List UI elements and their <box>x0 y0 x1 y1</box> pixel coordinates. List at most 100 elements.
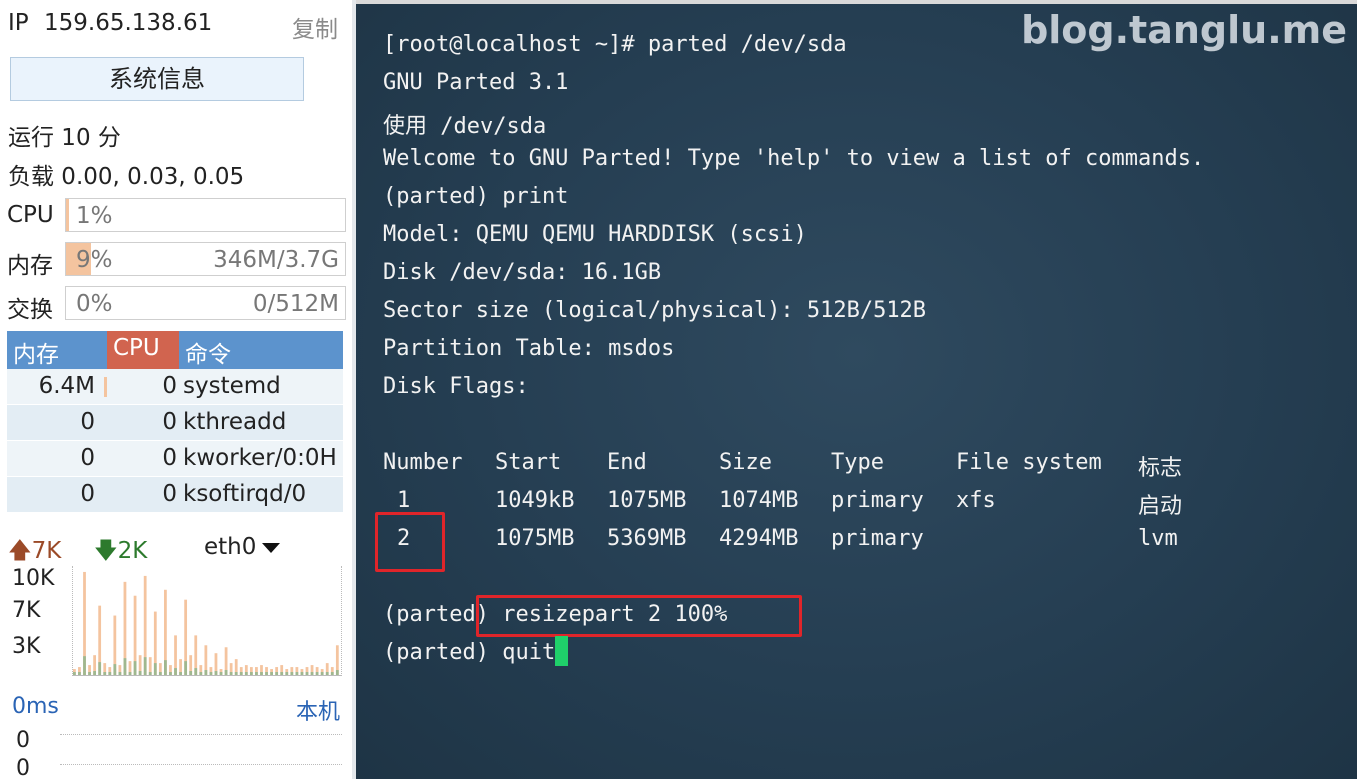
ping-value: 0 <box>16 756 30 779</box>
cpu-meter: CPU 1% <box>7 198 346 232</box>
ping-target-selector[interactable]: 本机 <box>296 694 340 726</box>
download-traffic-bar <box>113 664 117 675</box>
terminal-window[interactable]: blog.tanglu.me [root@localhost ~]# parte… <box>356 4 1357 779</box>
sort-by-cpu-header[interactable]: CPU <box>107 331 179 369</box>
caret-down-icon <box>262 542 281 553</box>
download-traffic-bar <box>194 668 198 675</box>
download-traffic-bar <box>164 660 167 675</box>
process-memory: 0 <box>80 409 95 435</box>
memory-meter: 内存 9% 346M/3.7G <box>7 242 346 279</box>
memory-detail: 346M/3.7G <box>213 247 339 273</box>
cpu-meter-bar: 1% <box>65 198 346 232</box>
download-traffic-bar <box>153 663 157 675</box>
download-traffic-bar <box>174 668 177 675</box>
process-command: kworker/0:0H <box>183 445 337 471</box>
download-traffic-bar <box>78 672 81 675</box>
process-row: 0 0 kthreadd <box>7 405 343 441</box>
column-header: Start <box>495 450 562 475</box>
terminal-line: Sector size (logical/physical): 512B/512… <box>383 298 927 323</box>
partition-size: 4294MB <box>719 526 799 551</box>
download-traffic-bar <box>209 672 213 675</box>
arrow-up-icon: 🡅 <box>8 538 32 564</box>
y-tick-label: 7K <box>12 598 41 623</box>
column-header: 标志 <box>1138 456 1183 481</box>
partition-end: 1075MB <box>607 488 687 513</box>
download-traffic-bar <box>199 672 203 675</box>
process-row: 0 0 ksoftirqd/0 <box>7 477 343 513</box>
ping-gridline <box>60 764 342 765</box>
sort-by-command-header[interactable]: 命令 <box>185 335 231 369</box>
process-cpu: 0 <box>162 409 177 435</box>
download-traffic-bar <box>184 661 188 675</box>
download-traffic-bar <box>270 672 273 675</box>
partition-type: primary <box>831 488 924 513</box>
memory-meter-bar: 9% 346M/3.7G <box>65 242 346 276</box>
terminal-line: Welcome to GNU Parted! Type 'help' to vi… <box>383 146 1205 171</box>
interface-selector[interactable]: eth0 <box>204 534 281 560</box>
column-header: End <box>607 450 647 475</box>
copy-ip-button[interactable]: 复制 <box>292 10 338 44</box>
terminal-line: Model: QEMU QEMU HARDDISK (scsi) <box>383 222 807 247</box>
terminal-cursor <box>555 636 569 666</box>
system-info-button[interactable]: 系统信息 <box>10 57 304 101</box>
download-traffic-bar <box>133 661 137 675</box>
process-memory: 6.4M <box>38 373 95 399</box>
download-traffic-bar <box>179 672 182 675</box>
network-traffic-chart <box>72 566 342 676</box>
download-traffic-bar <box>108 672 112 675</box>
resize-command-highlight <box>476 595 802 637</box>
download-traffic-bar <box>300 672 304 675</box>
ip-address: 159.65.138.61 <box>44 10 213 36</box>
swap-detail: 0/512M <box>252 291 339 317</box>
load-average-text: 负载 0.00, 0.03, 0.05 <box>8 164 245 190</box>
terminal-line: (parted) print <box>383 184 569 209</box>
process-rows: 6.4M 0 systemd 0 0 kthreadd 0 0 kworker/… <box>7 369 343 513</box>
sort-by-memory-header[interactable]: 内存 <box>13 335 59 369</box>
download-traffic-bar <box>260 672 263 675</box>
download-traffic-bar <box>118 672 122 675</box>
parted-prompt: (parted) <box>383 602 489 627</box>
download-traffic-bar <box>325 672 329 675</box>
ip-row: IP 159.65.138.61 复制 <box>8 8 338 43</box>
download-traffic-bar <box>255 672 258 675</box>
download-traffic-bar <box>335 670 339 675</box>
partition-end: 5369MB <box>607 526 687 551</box>
cpu-label: CPU <box>7 202 54 228</box>
download-traffic-bar <box>143 657 147 675</box>
cpu-percent: 1% <box>76 203 113 229</box>
terminal-line: Disk Flags: <box>383 374 529 399</box>
swap-meter-bar: 0% 0/512M <box>65 286 346 320</box>
terminal-line: Disk /dev/sda: 16.1GB <box>383 260 662 285</box>
download-traffic-bar <box>229 672 233 675</box>
download-traffic-bar <box>290 672 294 675</box>
interface-name: eth0 <box>204 534 257 560</box>
terminal-line: Partition Table: msdos <box>383 336 675 361</box>
partition-start: 1075MB <box>495 526 575 551</box>
download-traffic-bar <box>275 672 279 675</box>
download-value: 2K <box>117 538 148 564</box>
partition-flags: 启动 <box>1138 494 1183 519</box>
process-table: 内存 CPU 命令 6.4M 0 systemd 0 0 kthreadd 0 … <box>7 331 343 513</box>
download-traffic-bar <box>148 672 152 675</box>
process-command: ksoftirqd/0 <box>183 481 307 507</box>
download-traffic-bar <box>320 672 324 675</box>
swap-percent: 0% <box>76 291 113 317</box>
download-traffic-bar <box>158 672 162 675</box>
download-traffic-bar <box>169 672 172 675</box>
download-traffic-bar <box>315 672 319 675</box>
download-traffic-bar <box>189 671 193 675</box>
process-cpu: 0 <box>162 445 177 471</box>
download-traffic-bar <box>285 672 289 675</box>
download-traffic-bar <box>249 672 253 675</box>
download-traffic-bar <box>123 658 127 675</box>
watermark: blog.tanglu.me <box>1021 8 1347 52</box>
download-traffic-bar <box>88 672 91 675</box>
system-monitor-panel: IP 159.65.138.61 复制 系统信息 运行 10 分 负载 0.00… <box>0 0 352 779</box>
arrow-down-icon: 🡇 <box>94 538 118 564</box>
terminal-line: [root@localhost ~]# parted /dev/sda <box>383 32 847 57</box>
memory-label: 内存 <box>7 253 53 279</box>
upload-value: 7K <box>31 538 62 564</box>
download-traffic-bar <box>224 670 228 675</box>
download-traffic-bar <box>295 672 299 675</box>
download-traffic-bar <box>83 656 86 675</box>
